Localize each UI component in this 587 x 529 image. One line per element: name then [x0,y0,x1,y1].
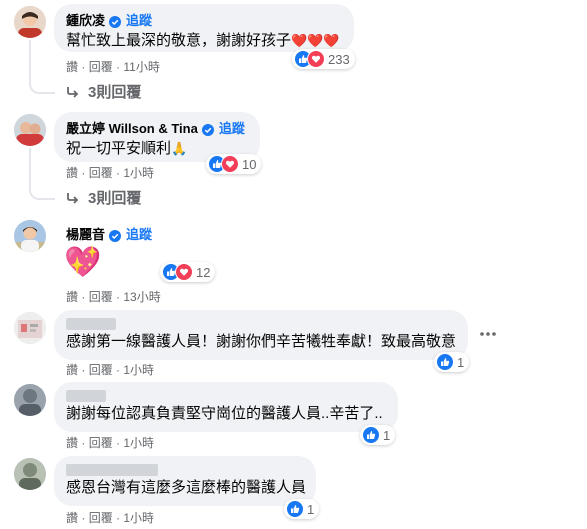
follow-link[interactable]: 追蹤 [126,12,152,29]
timestamp[interactable]: 1小時 [123,436,154,450]
sparkling-heart-emoji: 💖 [64,246,102,279]
reply-arrow-icon [67,86,79,98]
like-link[interactable]: 讚 [66,363,78,377]
timestamp[interactable]: 13小時 [123,290,160,304]
blurred-commenter-name[interactable] [66,390,106,402]
commenter-name[interactable]: 鍾欣凌 [66,12,105,29]
reply-link[interactable]: 回覆 [89,363,113,377]
reply-link[interactable]: 回覆 [89,290,113,304]
like-link[interactable]: 讚 [66,436,78,450]
like-link[interactable]: 讚 [66,166,78,180]
reply-link[interactable]: 回覆 [89,511,113,525]
avatar[interactable] [14,384,46,416]
like-reaction-icon [362,426,380,444]
commenter-name[interactable]: 楊麗音 [66,226,105,243]
view-replies-link[interactable]: 3則回覆 [66,187,141,208]
reaction-summary[interactable]: 12 [160,262,216,282]
verified-badge-icon [109,229,122,242]
love-reaction-icon [175,263,193,281]
comment-bubble: 鍾欣凌 追蹤 幫忙致上最深的敬意，謝謝好孩子❤️❤️❤️ [54,4,354,52]
reaction-summary[interactable]: 1 [434,352,470,372]
replies-count-label: 3則回覆 [88,190,142,207]
love-reaction-icon [221,155,239,173]
reply-link[interactable]: 回覆 [89,60,113,74]
avatar[interactable] [14,220,46,252]
avatar[interactable] [14,6,46,38]
comment-actions: 讚 · 回覆 · 13小時 [66,290,161,304]
reply-link[interactable]: 回覆 [89,166,113,180]
like-link[interactable]: 讚 [66,60,78,74]
comment-text: 謝謝每位認真負責堅守崗位的醫護人員..辛苦了.. [66,405,383,422]
avatar[interactable] [14,312,46,344]
replies-count-label: 3則回覆 [88,84,142,101]
like-link[interactable]: 讚 [66,511,78,525]
heart-emoji: ❤️❤️❤️ [291,33,340,48]
avatar[interactable] [14,458,46,490]
reaction-count: 1 [457,354,465,370]
reply-link[interactable]: 回覆 [89,436,113,450]
comment-bubble: 謝謝每位認真負責堅守崗位的醫護人員..辛苦了.. [54,382,398,432]
comment-text: 感恩台灣有這麼多這麼棒的醫護人員 [66,479,307,496]
more-options-icon[interactable] [478,324,498,344]
reaction-count: 1 [383,427,391,443]
thread-connector [29,40,55,94]
reaction-count: 233 [328,51,350,67]
follow-link[interactable]: 追蹤 [219,120,245,137]
comment-bubble: 感謝第一線醫護人員！謝謝你們辛苦犧牲奉獻！致最高敬意 [54,310,468,360]
like-reaction-icon [436,353,454,371]
timestamp[interactable]: 1小時 [123,511,154,525]
timestamp[interactable]: 1小時 [123,166,154,180]
comment-actions: 讚 · 回覆 · 1小時 [66,166,155,180]
reply-arrow-icon [67,192,79,204]
reaction-summary[interactable]: 10 [206,154,262,174]
comment-actions: 讚 · 回覆 · 1小時 [66,511,155,525]
verified-badge-icon [109,15,122,28]
like-reaction-icon [286,500,304,518]
comment-actions: 讚 · 回覆 · 1小時 [66,363,155,377]
comment-text: 感謝第一線醫護人員！謝謝你們辛苦犧牲奉獻！致最高敬意 [66,333,457,350]
comment-actions: 讚 · 回覆 · 11小時 [66,60,160,74]
commenter-name[interactable]: 嚴立婷 Willson & Tina [66,120,198,137]
follow-link[interactable]: 追蹤 [126,226,152,243]
blurred-commenter-name[interactable] [66,318,116,330]
view-replies-link[interactable]: 3則回覆 [66,81,141,102]
reaction-summary[interactable]: 1 [284,499,320,519]
comment-text: 祝一切平安順利 [66,140,172,157]
verified-badge-icon [201,123,214,136]
thread-connector [29,148,55,200]
like-link[interactable]: 讚 [66,290,78,304]
blurred-commenter-name[interactable] [66,464,158,476]
reaction-count: 12 [196,264,211,280]
reaction-count: 10 [242,156,257,172]
reaction-summary[interactable]: 233 [292,49,355,69]
comment-actions: 讚 · 回覆 · 1小時 [66,436,155,450]
love-reaction-icon [307,50,325,68]
comment-header: 楊麗音 追蹤 [66,226,152,243]
pray-emoji: 🙏 [171,141,188,156]
timestamp[interactable]: 11小時 [123,60,159,74]
comment-text: 幫忙致上最深的敬意，謝謝好孩子 [66,32,292,49]
avatar[interactable] [14,114,46,146]
reaction-summary[interactable]: 1 [360,425,396,445]
comment-bubble: 感恩台灣有這麼多這麼棒的醫護人員 [54,456,316,506]
timestamp[interactable]: 1小時 [123,363,154,377]
reaction-count: 1 [307,501,315,517]
